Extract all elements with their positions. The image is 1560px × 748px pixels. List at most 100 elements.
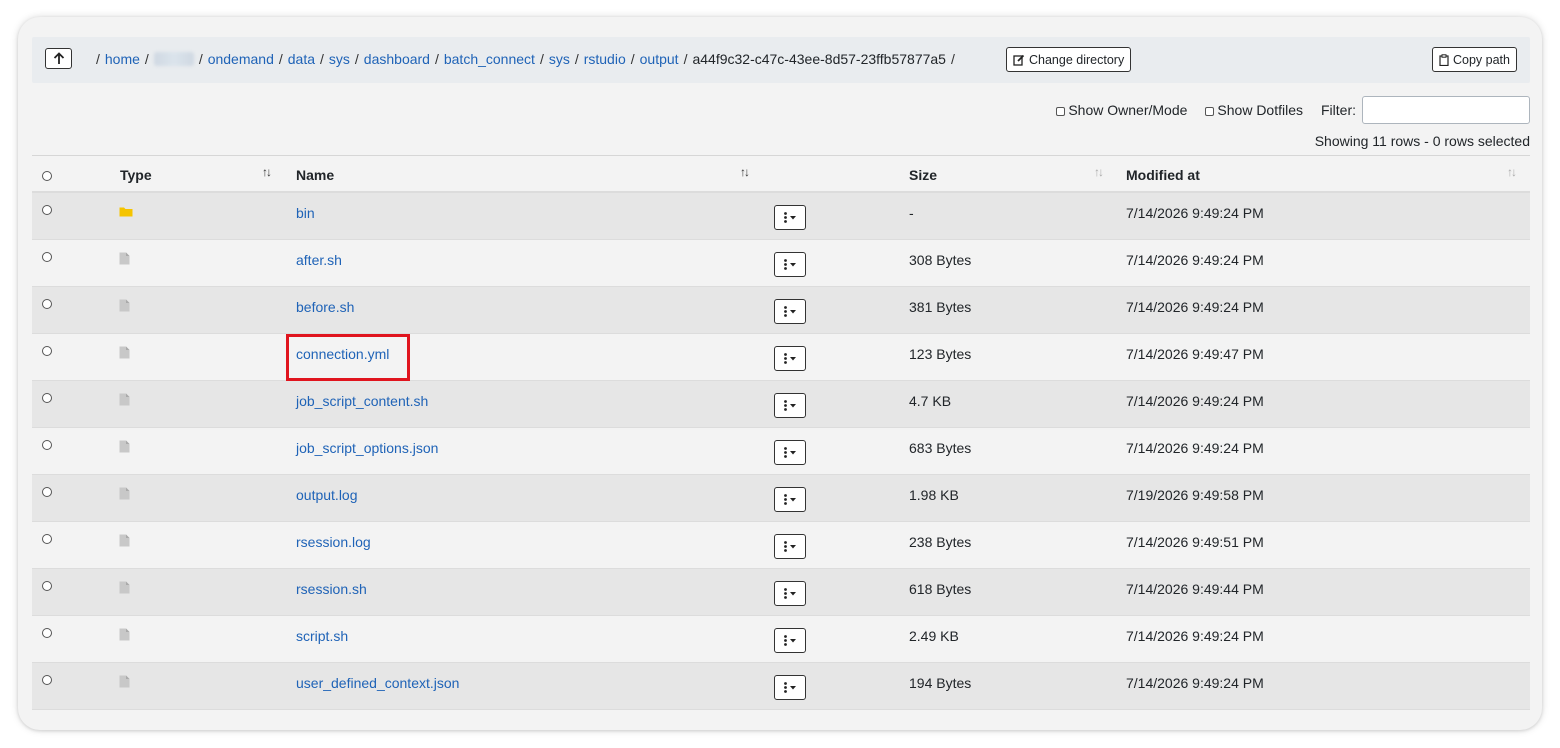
show-owner-mode-checkbox[interactable]	[1056, 106, 1066, 116]
row-select-checkbox[interactable]	[42, 393, 52, 403]
row-actions-dropdown[interactable]	[774, 675, 806, 700]
file-name-link[interactable]: rsession.log	[296, 534, 371, 550]
kebab-icon	[784, 635, 787, 646]
breadcrumb-rstudio[interactable]: rstudio	[584, 51, 626, 67]
row-actions-dropdown[interactable]	[774, 252, 806, 277]
up-directory-button[interactable]	[45, 48, 72, 69]
show-dotfiles-toggle[interactable]: Show Dotfiles	[1205, 102, 1303, 118]
row-actions-dropdown[interactable]	[774, 346, 806, 371]
table-options: Show Owner/Mode Show Dotfiles Filter:	[1056, 96, 1530, 124]
row-select-checkbox[interactable]	[42, 440, 52, 450]
row-select-checkbox[interactable]	[42, 628, 52, 638]
folder-icon	[119, 205, 133, 219]
row-actions-dropdown[interactable]	[774, 581, 806, 606]
file-icon	[119, 299, 133, 313]
breadcrumb-sys-2[interactable]: sys	[549, 51, 570, 67]
file-icon	[119, 252, 133, 266]
row-select-checkbox[interactable]	[42, 299, 52, 309]
table-row[interactable]: rsession.sh 618 Bytes 7/14/2026 9:49:44 PM	[32, 569, 1530, 616]
edit-icon	[1013, 54, 1025, 66]
file-icon	[119, 440, 133, 454]
show-dotfiles-checkbox[interactable]	[1205, 106, 1215, 116]
row-select-checkbox[interactable]	[42, 675, 52, 685]
table-row[interactable]: output.log 1.98 KB 7/19/2026 9:49:58 PM	[32, 475, 1530, 522]
breadcrumb-username-redacted[interactable]	[153, 52, 194, 66]
breadcrumb-ondemand[interactable]: ondemand	[208, 51, 274, 67]
row-actions-dropdown[interactable]	[774, 205, 806, 230]
row-actions-dropdown[interactable]	[774, 299, 806, 324]
show-owner-mode-toggle[interactable]: Show Owner/Mode	[1056, 102, 1187, 118]
copy-path-button[interactable]: Copy path	[1432, 47, 1517, 72]
breadcrumb-sys[interactable]: sys	[329, 51, 350, 67]
breadcrumb-batch-connect[interactable]: batch_connect	[444, 51, 535, 67]
column-header-type[interactable]: Type	[120, 167, 152, 183]
sort-type-icon[interactable]: ↑↓	[262, 165, 272, 179]
row-select-checkbox[interactable]	[42, 534, 52, 544]
file-name-link[interactable]: before.sh	[296, 299, 354, 315]
modified-at: 7/14/2026 9:49:24 PM	[1126, 393, 1264, 409]
row-actions-dropdown[interactable]	[774, 534, 806, 559]
breadcrumb-home[interactable]: home	[105, 51, 140, 67]
table-row[interactable]: before.sh 381 Bytes 7/14/2026 9:49:24 PM	[32, 287, 1530, 334]
filter-input[interactable]	[1362, 96, 1530, 124]
file-name-link[interactable]: job_script_content.sh	[296, 393, 428, 409]
row-actions-dropdown[interactable]	[774, 487, 806, 512]
row-actions-dropdown[interactable]	[774, 628, 806, 653]
file-name-link[interactable]: user_defined_context.json	[296, 675, 459, 691]
row-select-checkbox[interactable]	[42, 205, 52, 215]
row-actions-dropdown[interactable]	[774, 440, 806, 465]
modified-at: 7/14/2026 9:49:24 PM	[1126, 299, 1264, 315]
row-select-checkbox[interactable]	[42, 487, 52, 497]
modified-at: 7/14/2026 9:49:47 PM	[1126, 346, 1264, 362]
kebab-icon	[784, 400, 787, 411]
file-size: 2.49 KB	[909, 628, 959, 644]
sort-name-icon[interactable]: ↑↓	[740, 165, 750, 179]
breadcrumb-output[interactable]: output	[640, 51, 679, 67]
file-icon	[119, 581, 133, 595]
table-row[interactable]: user_defined_context.json 194 Bytes 7/14/2…	[32, 663, 1530, 710]
file-name-link[interactable]: after.sh	[296, 252, 342, 268]
row-actions-dropdown[interactable]	[774, 393, 806, 418]
table-row[interactable]: job_script_options.json 683 Bytes 7/14/202…	[32, 428, 1530, 475]
caret-down-icon	[790, 309, 796, 313]
select-all-checkbox[interactable]	[42, 171, 52, 181]
table-row[interactable]: after.sh 308 Bytes 7/14/2026 9:49:24 PM	[32, 240, 1530, 287]
row-select-checkbox[interactable]	[42, 252, 52, 262]
column-header-name[interactable]: Name	[296, 167, 334, 183]
file-size: 194 Bytes	[909, 675, 972, 691]
file-icon	[119, 487, 133, 501]
file-name-link[interactable]: output.log	[296, 487, 358, 503]
file-name-link[interactable]: rsession.sh	[296, 581, 367, 597]
change-directory-button[interactable]: Change directory	[1006, 47, 1132, 72]
row-select-checkbox[interactable]	[42, 581, 52, 591]
kebab-icon	[784, 447, 787, 458]
table-row[interactable]: rsession.log 238 Bytes 7/14/2026 9:49:51 P…	[32, 522, 1530, 569]
file-name-link[interactable]: job_script_options.json	[296, 440, 438, 456]
table-header: Type ↑↓ Name ↑↓ Size ↑↓ Modified at ↑↓	[32, 156, 1530, 193]
kebab-icon	[784, 353, 787, 364]
clipboard-icon	[1439, 53, 1449, 66]
file-name-link[interactable]: script.sh	[296, 628, 348, 644]
column-header-modified[interactable]: Modified at	[1126, 167, 1200, 183]
sort-modified-icon[interactable]: ↑↓	[1507, 165, 1517, 179]
table-row[interactable]: bin - 7/14/2026 9:49:24 PM	[32, 193, 1530, 240]
caret-down-icon	[790, 450, 796, 454]
column-header-size[interactable]: Size	[909, 167, 937, 183]
breadcrumb-data[interactable]: data	[288, 51, 315, 67]
modified-at: 7/19/2026 9:49:58 PM	[1126, 487, 1264, 503]
table-row[interactable]: script.sh 2.49 KB 7/14/2026 9:49:24 PM	[32, 616, 1530, 663]
modified-at: 7/14/2026 9:49:24 PM	[1126, 440, 1264, 456]
kebab-icon	[784, 682, 787, 693]
caret-down-icon	[790, 215, 796, 219]
caret-down-icon	[790, 356, 796, 360]
file-name-link[interactable]: connection.yml	[296, 346, 389, 362]
table-row[interactable]: connection.yml 123 Bytes 7/14/2026 9:49:47…	[32, 334, 1530, 381]
file-size: 683 Bytes	[909, 440, 972, 456]
caret-down-icon	[790, 544, 796, 548]
table-row[interactable]: job_script_content.sh 4.7 KB 7/14/2026 9:4…	[32, 381, 1530, 428]
file-table: Type ↑↓ Name ↑↓ Size ↑↓ Modified at ↑↓ b…	[32, 155, 1530, 710]
sort-size-icon[interactable]: ↑↓	[1094, 165, 1104, 179]
row-select-checkbox[interactable]	[42, 346, 52, 356]
breadcrumb-dashboard[interactable]: dashboard	[364, 51, 430, 67]
file-name-link[interactable]: bin	[296, 205, 315, 221]
